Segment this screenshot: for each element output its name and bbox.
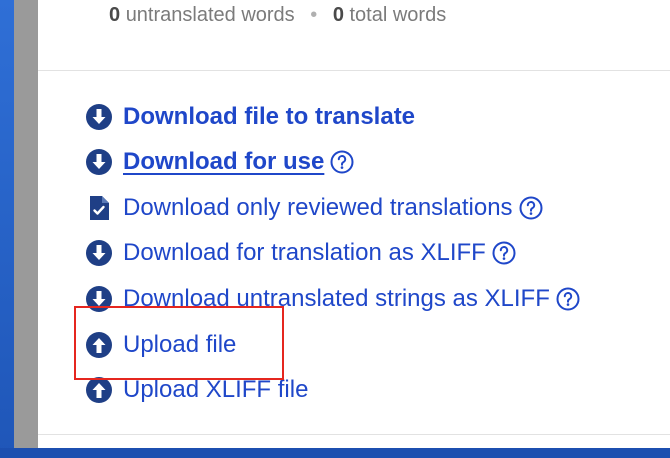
action-label: Download only reviewed translations — [123, 194, 513, 221]
untranslated-label: untranslated words — [125, 4, 295, 26]
total-label: total words — [349, 4, 447, 26]
download-reviewed-translations-link[interactable]: Download only reviewed translations — [84, 193, 543, 223]
download-circle-icon — [86, 104, 112, 130]
action-label: Download for translation as XLIFF — [123, 239, 486, 266]
page-gutter — [14, 0, 38, 448]
background-left — [0, 0, 14, 458]
help-icon[interactable] — [492, 241, 516, 265]
divider — [38, 70, 670, 71]
background-bottom — [0, 448, 670, 458]
download-circle-icon — [86, 240, 112, 266]
document-check-icon — [90, 196, 109, 220]
word-stats: 0 untranslated words • 0 total words — [109, 4, 446, 27]
highlight-box — [74, 306, 284, 380]
stats-separator: • — [310, 4, 318, 26]
download-circle-icon — [86, 149, 112, 175]
action-label: Download for use — [123, 148, 325, 175]
help-icon[interactable] — [519, 196, 543, 220]
download-for-use-link[interactable]: Download for use — [84, 147, 354, 177]
divider — [38, 434, 670, 435]
download-file-to-translate-link[interactable]: Download file to translate — [84, 102, 415, 132]
download-xliff-link[interactable]: Download for translation as XLIFF — [84, 238, 516, 268]
untranslated-count: 0 — [109, 4, 121, 26]
action-label: Download file to translate — [123, 103, 416, 130]
help-icon[interactable] — [330, 150, 354, 174]
help-icon[interactable] — [556, 287, 580, 311]
action-label: Upload XLIFF file — [123, 376, 309, 403]
total-count: 0 — [332, 4, 344, 26]
